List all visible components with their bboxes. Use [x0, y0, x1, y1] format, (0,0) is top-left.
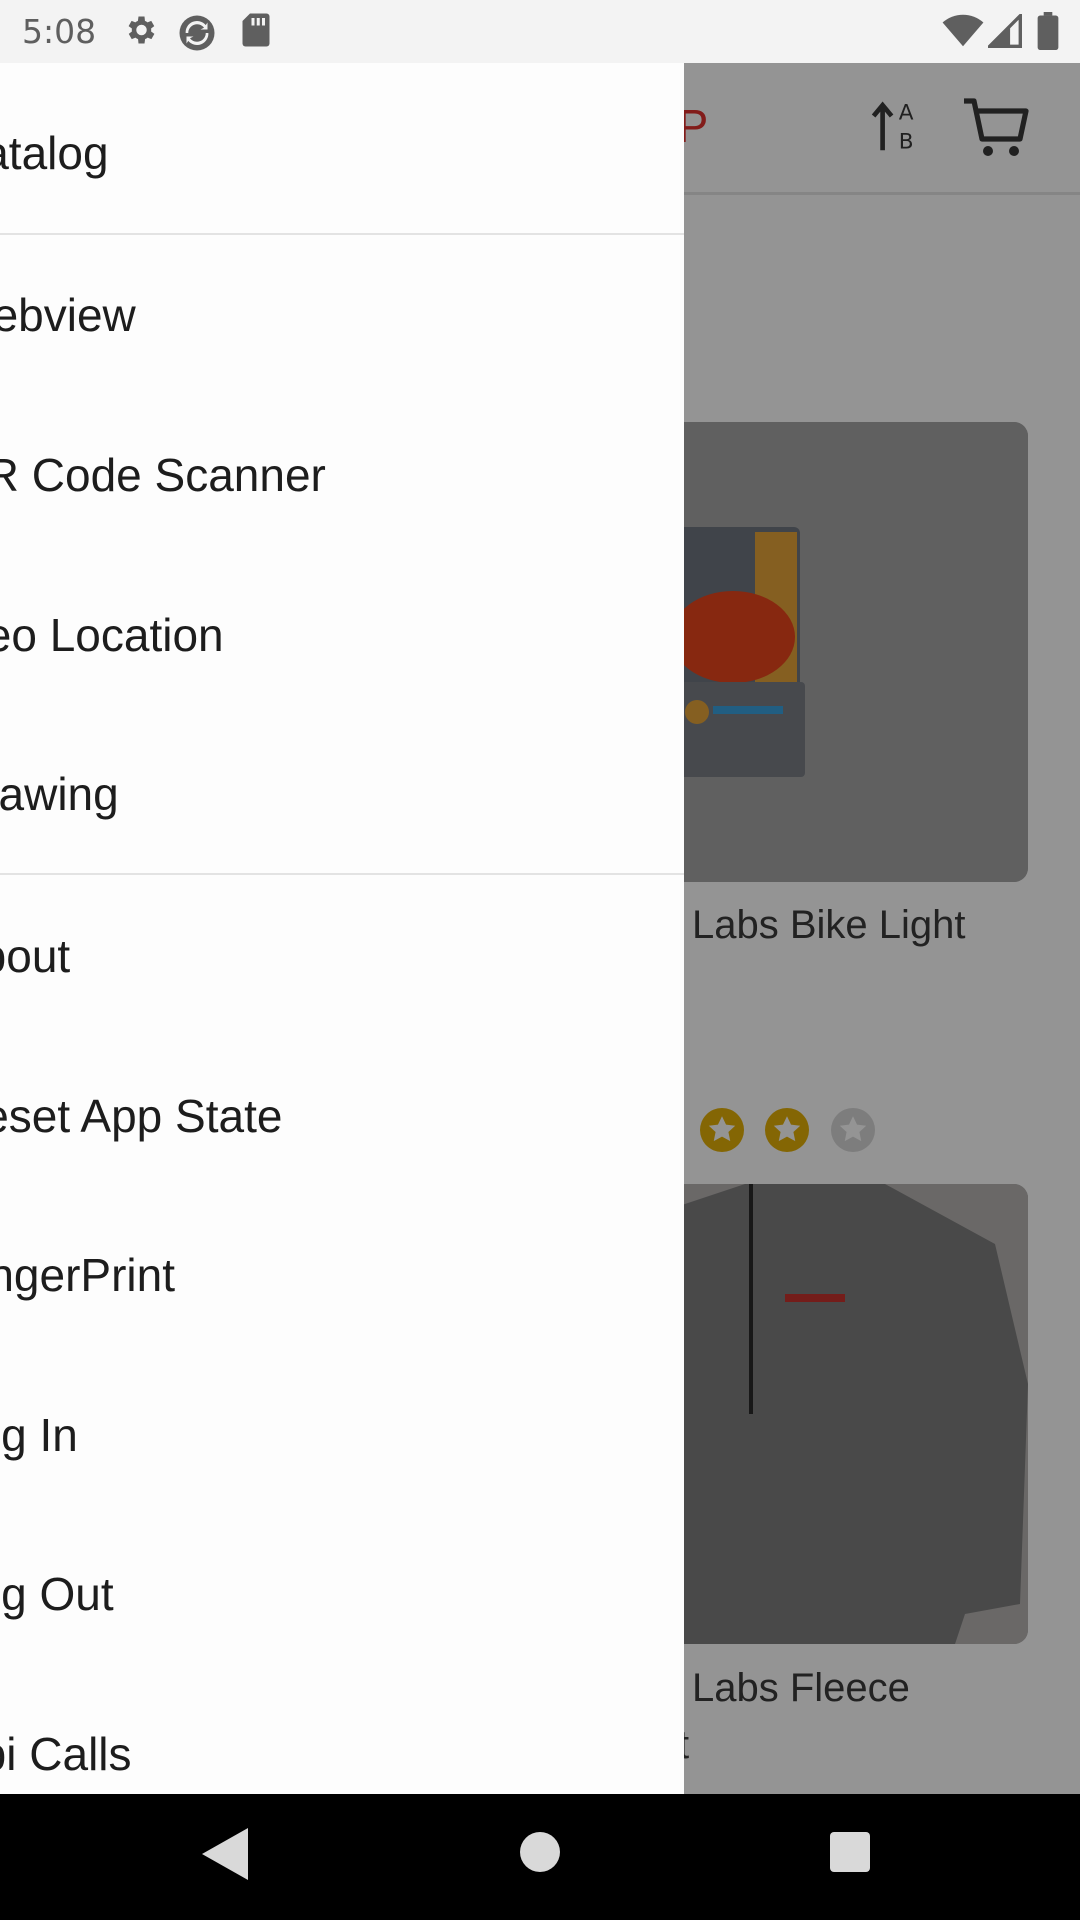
menu-item-drawing[interactable]: Drawing: [0, 737, 684, 857]
menu-item-label: Webview: [0, 289, 136, 341]
menu-item-label: FingerPrint: [0, 1249, 175, 1301]
navigation-drawer: Catalog Webview QR Code Scanner Geo Loca…: [0, 63, 684, 1794]
gear-icon: [122, 12, 158, 53]
menu-item-label: Log Out: [0, 1568, 114, 1620]
menu-item-label: Log In: [0, 1409, 78, 1461]
menu-item-label: Drawing: [0, 768, 119, 820]
menu-item-log-out[interactable]: Log Out: [0, 1537, 684, 1657]
system-nav-bar: [0, 1794, 1080, 1920]
wifi-icon: [942, 14, 984, 53]
menu-item-geo-location[interactable]: Geo Location: [0, 578, 684, 698]
menu-item-reset-app-state[interactable]: Reset App State: [0, 1059, 684, 1179]
menu-item-qr-code-scanner[interactable]: QR Code Scanner: [0, 418, 684, 538]
menu-item-label: Api Calls: [0, 1728, 132, 1780]
status-time: 5:08: [22, 12, 97, 51]
menu-item-log-in[interactable]: Log In: [0, 1378, 684, 1498]
menu-item-api-calls[interactable]: Api Calls: [0, 1697, 684, 1794]
home-icon[interactable]: [520, 1832, 560, 1877]
menu-divider: [0, 873, 684, 875]
sd-card-icon: [240, 12, 272, 53]
menu-divider: [0, 233, 684, 235]
recents-icon[interactable]: [830, 1832, 870, 1877]
menu-item-label: Reset App State: [0, 1090, 283, 1142]
cell-signal-icon: [985, 11, 1022, 53]
menu-item-label: Geo Location: [0, 609, 224, 661]
menu-item-label: About: [0, 930, 71, 982]
battery-icon: [1037, 12, 1059, 55]
status-bar: 5:08: [0, 0, 1080, 63]
menu-item-webview[interactable]: Webview: [0, 258, 684, 378]
sync-icon: [176, 12, 218, 59]
menu-item-catalog[interactable]: Catalog: [0, 96, 684, 216]
menu-item-label: Catalog: [0, 127, 109, 179]
menu-item-about[interactable]: About: [0, 899, 684, 1019]
menu-item-label: QR Code Scanner: [0, 449, 326, 501]
menu-item-fingerprint[interactable]: FingerPrint: [0, 1218, 684, 1338]
back-icon[interactable]: [202, 1828, 248, 1885]
